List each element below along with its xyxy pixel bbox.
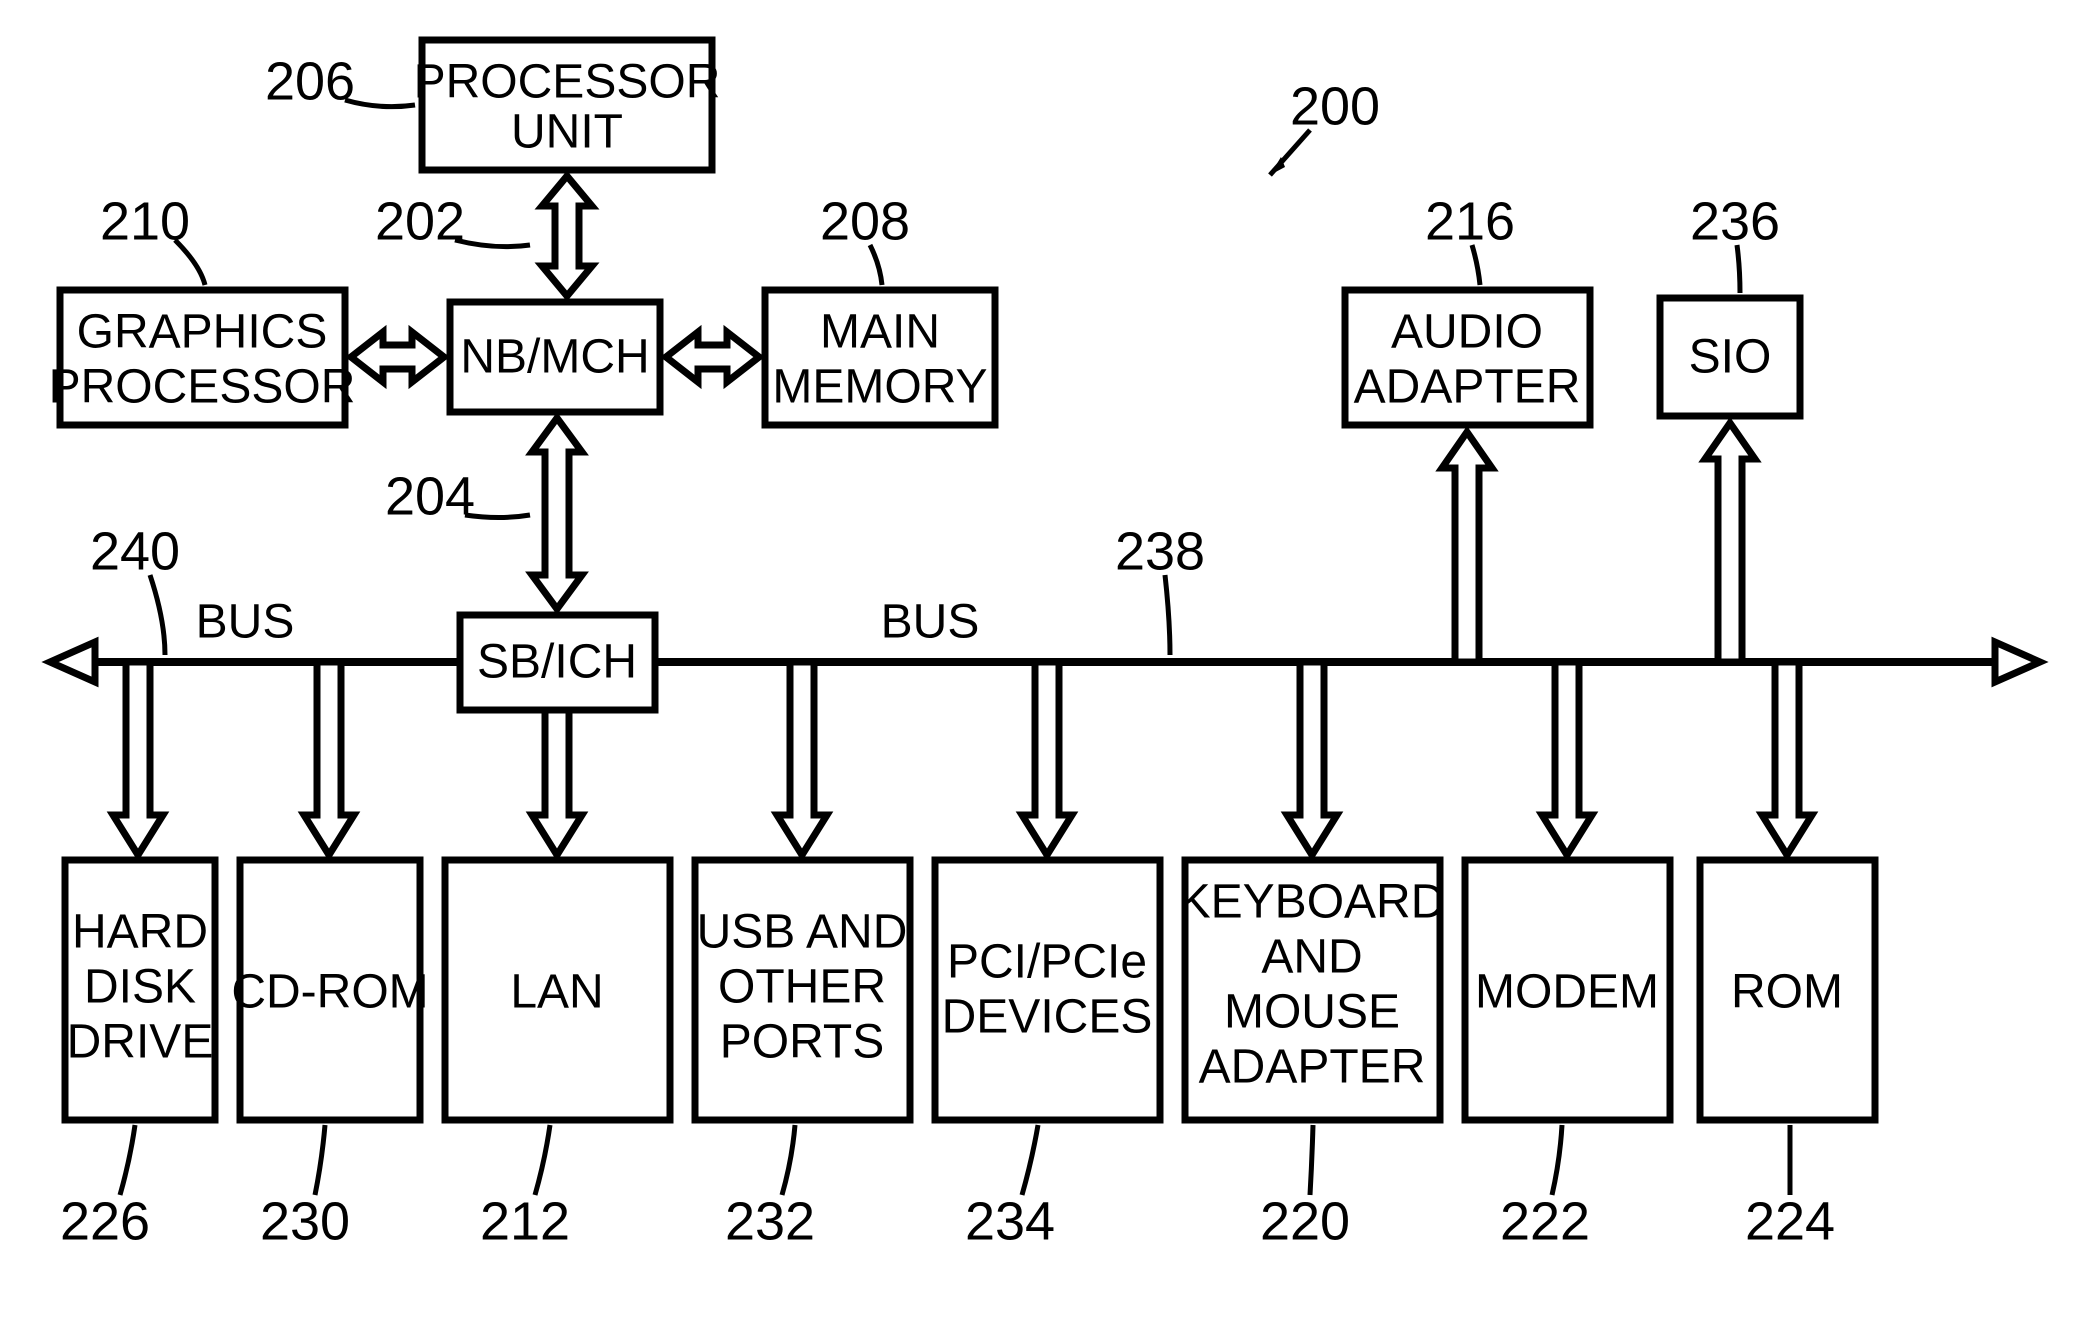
arrow-bus-kbm <box>1287 662 1337 855</box>
leader-206 <box>345 100 415 107</box>
arrow-bus-cdrom <box>304 662 354 855</box>
ref-224: 224 <box>1745 1191 1835 1251</box>
leader-226 <box>120 1125 135 1195</box>
ref-220: 220 <box>1260 1191 1350 1251</box>
ref-238: 238 <box>1115 521 1205 581</box>
hdd-label-3: DRIVE <box>67 1016 214 1069</box>
arrow-bus-rom <box>1762 662 1812 855</box>
main-memory-box: MAIN MEMORY <box>765 290 995 425</box>
nbmch-label: NB/MCH <box>460 331 649 384</box>
leader-234 <box>1022 1125 1038 1195</box>
audio-label-line1: AUDIO <box>1391 306 1543 359</box>
nbmch-box: NB/MCH <box>450 302 660 412</box>
arrow-nbmch-mainmem <box>666 332 759 382</box>
arrow-bus-audio <box>1442 432 1492 662</box>
rom-box: ROM <box>1700 860 1875 1120</box>
graphics-processor-box: GRAPHICS PROCESSOR <box>49 290 356 425</box>
hdd-label-1: HARD <box>72 906 208 959</box>
leader-230 <box>315 1125 325 1195</box>
leader-202 <box>455 240 530 247</box>
arrow-bus-modem <box>1542 662 1592 855</box>
ref-204: 204 <box>385 466 475 526</box>
pci-box: PCI/PCIe DEVICES <box>935 860 1160 1120</box>
sbich-box: SB/ICH <box>460 615 655 710</box>
leader-220 <box>1310 1125 1313 1195</box>
arrow-processor-nbmch <box>542 176 592 296</box>
leader-238 <box>1165 575 1170 655</box>
rom-label: ROM <box>1731 966 1843 1019</box>
leader-222 <box>1552 1125 1562 1195</box>
pci-label-1: PCI/PCIe <box>947 936 1147 989</box>
processor-unit-box: PROCESSOR UNIT <box>414 40 721 170</box>
leader-232 <box>782 1125 795 1195</box>
arrow-bus-lan <box>532 710 582 855</box>
kbm-box: KEYBOARD AND MOUSE ADAPTER <box>1179 860 1446 1120</box>
sio-box: SIO <box>1660 298 1800 416</box>
arrow-bus-usb <box>777 662 827 855</box>
ref-232: 232 <box>725 1191 815 1251</box>
ref-212: 212 <box>480 1191 570 1251</box>
hdd-label-2: DISK <box>84 961 196 1014</box>
processor-unit-label-line2: UNIT <box>511 106 623 159</box>
ref-230: 230 <box>260 1191 350 1251</box>
modem-box: MODEM <box>1465 860 1670 1120</box>
arrow-bus-pci <box>1022 662 1072 855</box>
kbm-label-2: AND <box>1261 931 1362 984</box>
arrow-graphics-nbmch <box>351 332 444 382</box>
arrow-nbmch-sbich <box>532 418 582 609</box>
ref-216: 216 <box>1425 191 1515 251</box>
mainmem-label-line1: MAIN <box>820 306 940 359</box>
mainmem-label-line2: MEMORY <box>772 361 987 414</box>
sbich-label: SB/ICH <box>477 636 637 689</box>
ref-234: 234 <box>965 1191 1055 1251</box>
ref-222: 222 <box>1500 1191 1590 1251</box>
leader-204 <box>465 515 530 518</box>
sio-label: SIO <box>1689 331 1772 384</box>
bus-arrowhead-right <box>1995 642 2040 682</box>
audio-label-line2: ADAPTER <box>1354 361 1581 414</box>
pci-label-2: DEVICES <box>942 991 1153 1044</box>
leader-236 <box>1737 245 1740 293</box>
ref-206: 206 <box>265 51 355 111</box>
graphics-label-line1: GRAPHICS <box>77 306 328 359</box>
kbm-label-3: MOUSE <box>1224 986 1400 1039</box>
bus-label-left: BUS <box>196 596 295 649</box>
usb-label-3: PORTS <box>720 1016 884 1069</box>
processor-unit-label-line1: PROCESSOR <box>414 56 721 109</box>
ref-202: 202 <box>375 191 465 251</box>
kbm-label-4: ADAPTER <box>1199 1041 1426 1094</box>
usb-label-2: OTHER <box>718 961 886 1014</box>
arrow-bus-hdd <box>113 662 163 855</box>
ref-226: 226 <box>60 1191 150 1251</box>
usb-label-1: USB AND <box>697 906 908 959</box>
cdrom-label: CD-ROM <box>231 966 428 1019</box>
leader-212 <box>535 1125 550 1195</box>
modem-label: MODEM <box>1475 966 1659 1019</box>
usb-box: USB AND OTHER PORTS <box>695 860 910 1120</box>
bus-label-right: BUS <box>881 596 980 649</box>
arrow-bus-sio <box>1705 423 1755 662</box>
kbm-label-1: KEYBOARD <box>1179 876 1446 929</box>
architecture-diagram: PROCESSOR UNIT 206 NB/MCH 202 GRAPHICS P… <box>0 0 2097 1321</box>
ref-208: 208 <box>820 191 910 251</box>
lan-box: LAN <box>445 860 670 1120</box>
audio-adapter-box: AUDIO ADAPTER <box>1345 290 1590 425</box>
ref-240: 240 <box>90 521 180 581</box>
bus-arrowhead-left <box>50 642 95 682</box>
hdd-box: HARD DISK DRIVE <box>65 860 215 1120</box>
lan-label: LAN <box>510 966 603 1019</box>
ref-200: 200 <box>1290 76 1380 136</box>
ref-236: 236 <box>1690 191 1780 251</box>
leader-240 <box>150 575 165 655</box>
cdrom-box: CD-ROM <box>231 860 428 1120</box>
graphics-label-line2: PROCESSOR <box>49 361 356 414</box>
